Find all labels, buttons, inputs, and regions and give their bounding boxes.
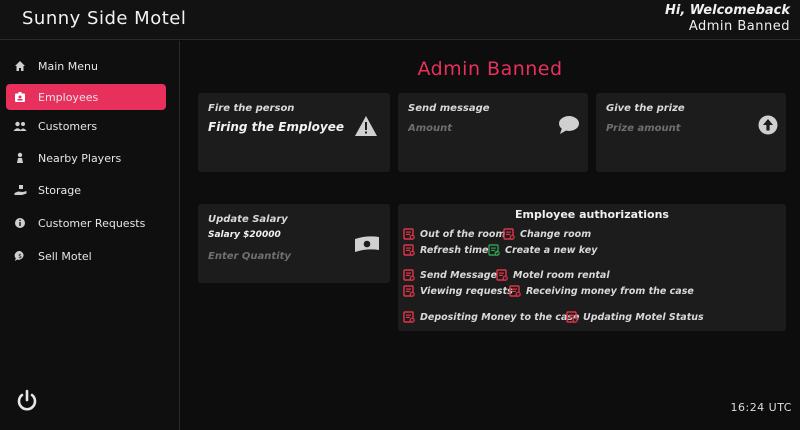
users-icon	[12, 118, 28, 134]
permission-denied-icon	[403, 244, 415, 256]
top-bar: Sunny Side Motel Hi, Welcomeback Admin B…	[0, 0, 800, 40]
welcome-block: Hi, Welcomeback Admin Banned	[665, 3, 790, 34]
card-caption: Fire the person	[208, 103, 295, 114]
permission-label: Refresh time	[420, 244, 489, 256]
update-salary-card: Update Salary Salary $20000	[198, 204, 390, 283]
sidebar-item-main-menu[interactable]: Main Menu	[6, 53, 166, 79]
permission-viewing-requests[interactable]: Viewing requests	[403, 285, 513, 297]
fire-employee-card[interactable]: Fire the person Firing the Employee	[198, 93, 390, 172]
info-icon	[12, 215, 28, 231]
power-icon	[17, 389, 37, 411]
salary-value: Salary $20000	[208, 230, 281, 240]
prize-amount-input[interactable]	[606, 123, 746, 134]
sidebar-item-label: Employees	[38, 90, 99, 104]
permission-motel-room-rental[interactable]: Motel room rental	[496, 269, 610, 281]
permission-updating-motel-status[interactable]: Updating Motel Status	[566, 311, 704, 323]
app-title: Sunny Side Motel	[22, 8, 187, 29]
sidebar-item-sell-motel[interactable]: $ Sell Motel	[6, 243, 166, 269]
hand-box-icon	[12, 182, 28, 198]
permission-refresh-time[interactable]: Refresh time	[403, 244, 488, 256]
person-icon	[12, 150, 28, 166]
permission-label: Receiving money from the case	[526, 285, 694, 297]
sidebar-item-label: Storage	[38, 183, 82, 197]
permission-denied-icon	[403, 311, 415, 323]
permission-denied-icon	[403, 269, 415, 281]
permission-label: Create a new key	[505, 244, 598, 256]
employee-authorizations-panel: Employee authorizations Out of the room …	[398, 204, 786, 331]
sidebar-item-storage[interactable]: Storage	[6, 177, 166, 203]
home-icon	[12, 58, 28, 74]
authorizations-title: Employee authorizations	[515, 208, 669, 221]
sidebar-item-nearby-players[interactable]: Nearby Players	[6, 145, 166, 171]
permission-send-message[interactable]: Send Message	[403, 269, 497, 281]
arrow-up-circle-icon[interactable]	[758, 115, 778, 139]
permission-change-room[interactable]: Change room	[503, 228, 591, 240]
permission-label: Depositing Money to the case	[420, 311, 580, 323]
permission-denied-icon	[496, 269, 508, 281]
warning-icon	[354, 115, 378, 141]
svg-text:$: $	[18, 253, 22, 260]
sidebar-item-customers[interactable]: Customers	[6, 113, 166, 139]
give-prize-card: Give the prize	[596, 93, 786, 172]
card-caption: Give the prize	[606, 103, 685, 114]
permission-label: Viewing requests	[420, 285, 513, 297]
chat-bubble-icon[interactable]	[558, 115, 580, 139]
permission-label: Out of the room	[420, 228, 506, 240]
message-amount-input[interactable]	[408, 123, 548, 134]
salary-quantity-input[interactable]	[208, 251, 348, 262]
sidebar-item-label: Customers	[38, 119, 98, 133]
user-name: Admin Banned	[688, 19, 790, 34]
sidebar-item-label: Sell Motel	[38, 249, 92, 263]
permission-denied-icon	[403, 285, 415, 297]
permission-denied-icon	[503, 228, 515, 240]
permission-denied-icon	[509, 285, 521, 297]
permission-denied-icon	[403, 228, 415, 240]
card-caption: Send message	[408, 103, 490, 114]
permission-label: Updating Motel Status	[583, 311, 704, 323]
send-message-card: Send message	[398, 93, 588, 172]
clock: 16:24 UTC	[730, 401, 792, 414]
permission-depositing-money[interactable]: Depositing Money to the case	[403, 311, 580, 323]
permission-label: Change room	[520, 228, 592, 240]
page-title: Admin Banned	[417, 58, 563, 80]
banknote-icon[interactable]	[354, 235, 380, 257]
sidebar-item-employees[interactable]: Employees	[6, 84, 166, 110]
greeting-text: Hi, Welcomeback	[664, 3, 790, 18]
permission-out-of-room[interactable]: Out of the room	[403, 228, 505, 240]
sidebar-item-label: Customer Requests	[38, 216, 146, 230]
permission-granted-icon	[488, 244, 500, 256]
fire-employee-action[interactable]: Firing the Employee	[208, 120, 344, 134]
sidebar-item-customer-requests[interactable]: Customer Requests	[6, 210, 166, 236]
money-bubble-icon: $	[12, 248, 28, 264]
id-badge-icon	[12, 89, 28, 105]
sidebar-item-label: Nearby Players	[38, 151, 122, 165]
permission-denied-icon	[566, 311, 578, 323]
permission-label: Motel room rental	[513, 269, 610, 281]
sidebar-item-label: Main Menu	[38, 59, 98, 73]
sidebar: Main Menu Employees Customers Nearby Pla…	[0, 41, 180, 430]
power-button[interactable]	[14, 388, 40, 414]
permission-receiving-money[interactable]: Receiving money from the case	[509, 285, 694, 297]
card-caption: Update Salary	[208, 214, 288, 225]
permission-create-new-key[interactable]: Create a new key	[488, 244, 597, 256]
permission-label: Send Message	[420, 269, 498, 281]
